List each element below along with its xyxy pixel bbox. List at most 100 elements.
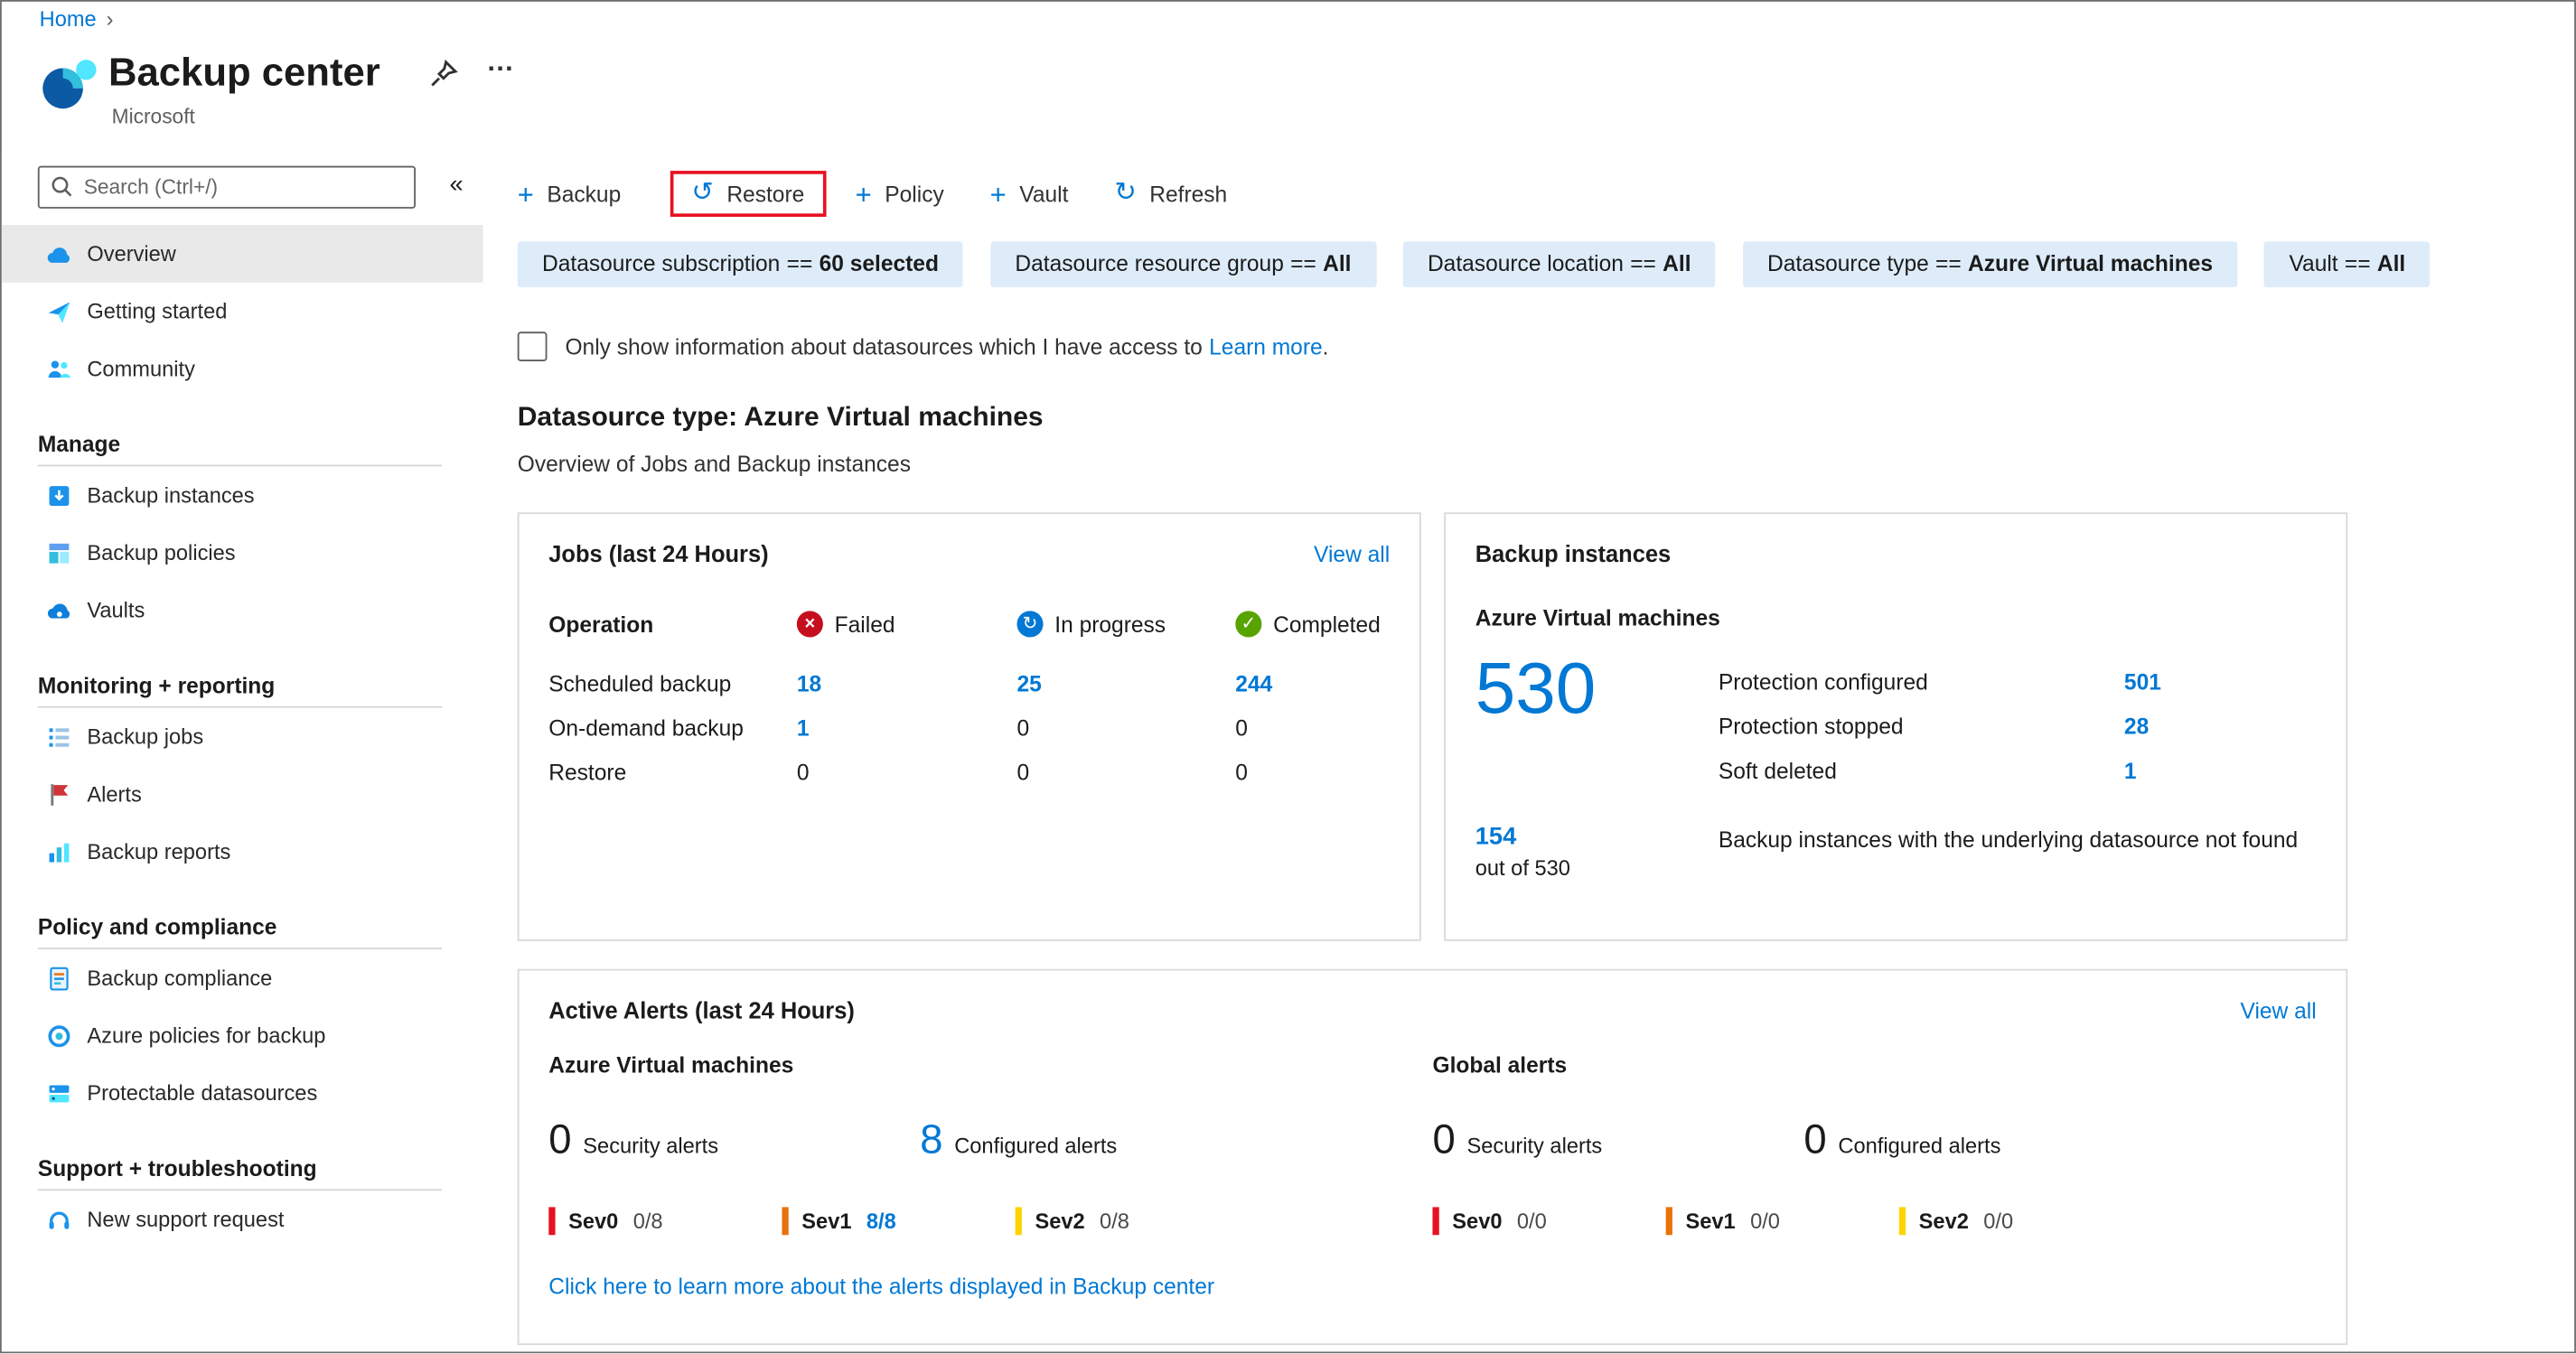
sidebar-item-protectable-datasources[interactable]: Protectable datasources [2,1064,483,1122]
refresh-icon: ↻ [1114,179,1137,208]
filter-operator: == [1935,251,1962,276]
filter-pill-datasource-resource-group[interactable]: Datasource resource group == All [990,241,1376,288]
jobs-value: 0 [1016,715,1030,742]
jobs-col-failed: × Failed [796,600,1017,649]
access-checkbox[interactable] [517,331,548,362]
sidebar-item-backup-reports[interactable]: Backup reports [2,823,483,881]
jobs-value-link[interactable]: 1 [797,716,810,741]
security-alerts-count: 0 Security alerts [548,1116,920,1164]
filter-name: Datasource type [1767,251,1929,276]
stat-label: Soft deleted [1718,759,1837,784]
sidebar-item-label: Backup compliance [87,966,273,991]
severity-sev1: Sev1 8/8 [782,1207,1015,1236]
learn-more-link[interactable]: Learn more [1209,334,1323,359]
more-options-icon[interactable]: … [486,46,516,79]
breadcrumb-chevron-icon: › [106,6,114,32]
refresh-button[interactable]: ↻ Refresh [1114,179,1228,208]
alerts-view-all-link[interactable]: View all [2241,998,2317,1023]
filter-pill-datasource-location[interactable]: Datasource location == All [1402,241,1716,288]
sidebar-item-label: Vaults [87,597,145,623]
instances-card-title: Backup instances [1475,540,1672,567]
alerts-learn-more-link[interactable]: Click here to learn more about the alert… [548,1275,1214,1299]
restore-button[interactable]: ↺ Restore [691,180,804,207]
jobs-col-completed-label: Completed [1273,612,1381,637]
refresh-button-label: Refresh [1149,181,1228,207]
backup-button-label: Backup [547,181,622,207]
datasource-type-subheading: Overview of Jobs and Backup instances [517,452,911,477]
sidebar-item-label: Protectable datasources [87,1080,318,1106]
vault-button[interactable]: + Vault [990,180,1069,208]
count-number: 0 [1432,1116,1456,1163]
sidebar-item-overview[interactable]: Overview [1,225,483,283]
policy-button[interactable]: + Policy [856,180,944,208]
pin-icon[interactable] [429,59,459,89]
alerts-group-azure-vm: Azure Virtual machines 0 Security alerts… [548,1052,1432,1236]
backup-reports-icon [46,838,72,864]
configured-alerts-count: 0 Configured alerts [1803,1116,2175,1164]
severity-sev2: Sev2 0/0 [1898,1207,2132,1236]
filter-name: Datasource subscription [542,251,781,276]
jobs-view-all-link[interactable]: View all [1314,541,1390,565]
jobs-col-completed: ✓ Completed [1235,600,1390,649]
instances-group-title: Azure Virtual machines [1475,605,1720,631]
sidebar-item-label: Alerts [87,781,142,807]
sidebar-item-new-support-request[interactable]: New support request [2,1191,483,1248]
sev-name: Sev0 [568,1209,619,1234]
filter-pill-datasource-type[interactable]: Datasource type == Azure Virtual machines [1742,241,2238,288]
filter-pill-datasource-subscription[interactable]: Datasource subscription == 60 selected [517,241,964,288]
instances-stats: Protection configured 501 Protection sto… [1719,647,2317,793]
sev-name: Sev2 [1035,1209,1085,1234]
sidebar-section-manage: Manage [37,432,443,467]
jobs-value-link[interactable]: 18 [797,672,821,696]
sidebar-section-monitoring: Monitoring + reporting [37,673,443,708]
sidebar-item-label: Community [87,356,195,381]
vault-button-label: Vault [1019,181,1069,207]
stat-value-link[interactable]: 501 [2124,670,2161,695]
jobs-row-operation: Scheduled backup [548,671,732,696]
sidebar-item-label: New support request [87,1207,285,1232]
sidebar-item-backup-instances[interactable]: Backup instances [2,466,483,524]
severity-sev0: Sev0 0/8 [548,1207,782,1236]
stat-value-link[interactable]: 1 [2124,759,2137,783]
backup-compliance-icon [46,965,72,991]
search-input[interactable] [37,165,417,209]
filter-value: Azure Virtual machines [1968,251,2214,276]
count-label: Configured alerts [954,1133,1118,1158]
alerts-group-global: Global alerts 0 Security alerts 0 Config… [1432,1052,2316,1236]
sev-value-link[interactable]: 8/8 [866,1209,896,1233]
backup-policies-icon [46,539,72,565]
backup-button[interactable]: + Backup [518,180,621,208]
collapse-sidebar-icon[interactable]: « [450,173,464,197]
stat-value-link[interactable]: 28 [2124,714,2149,739]
instances-total[interactable]: 530 [1475,647,1719,793]
jobs-value: 0 [1016,760,1030,786]
sidebar-item-vaults[interactable]: Vaults [2,582,483,640]
sev-value: 0/0 [1983,1209,2014,1234]
sidebar-item-getting-started[interactable]: Getting started [2,283,483,341]
sidebar-item-label: Backup policies [87,540,236,565]
count-number: 0 [1803,1116,1827,1163]
protectable-datasources-icon [46,1079,72,1106]
filter-value: All [1323,251,1352,276]
failed-status-icon: × [796,611,823,638]
backup-center-page: Home › Backup center Microsoft … Search … [0,0,2576,1354]
access-filter-text: Only show information about datasources … [565,334,1203,360]
filter-pill-vault[interactable]: Vault == All [2264,241,2431,288]
count-number-link[interactable]: 8 [920,1116,942,1164]
jobs-value-link[interactable]: 25 [1016,672,1041,696]
sidebar-item-backup-compliance[interactable]: Backup compliance [2,949,483,1007]
sidebar-item-azure-policies[interactable]: Azure policies for backup [2,1007,483,1065]
breadcrumb-home-link[interactable]: Home [40,6,97,31]
sidebar-item-alerts[interactable]: Alerts [2,765,483,823]
filter-operator: == [2344,251,2371,276]
not-found-count-link[interactable]: 154 [1475,823,1719,851]
filter-bar: Datasource subscription == 60 selected Dat… [517,241,2574,288]
in-progress-status-icon: ↻ [1016,611,1044,638]
sidebar-item-backup-jobs[interactable]: Backup jobs [2,708,483,766]
sidebar-item-community[interactable]: Community [2,340,483,397]
sidebar-item-backup-policies[interactable]: Backup policies [2,524,483,582]
stat-label: Protection configured [1718,669,1928,696]
jobs-value-link[interactable]: 244 [1235,672,1272,696]
count-label: Security alerts [583,1133,719,1158]
jobs-row-operation: Restore [548,760,627,786]
